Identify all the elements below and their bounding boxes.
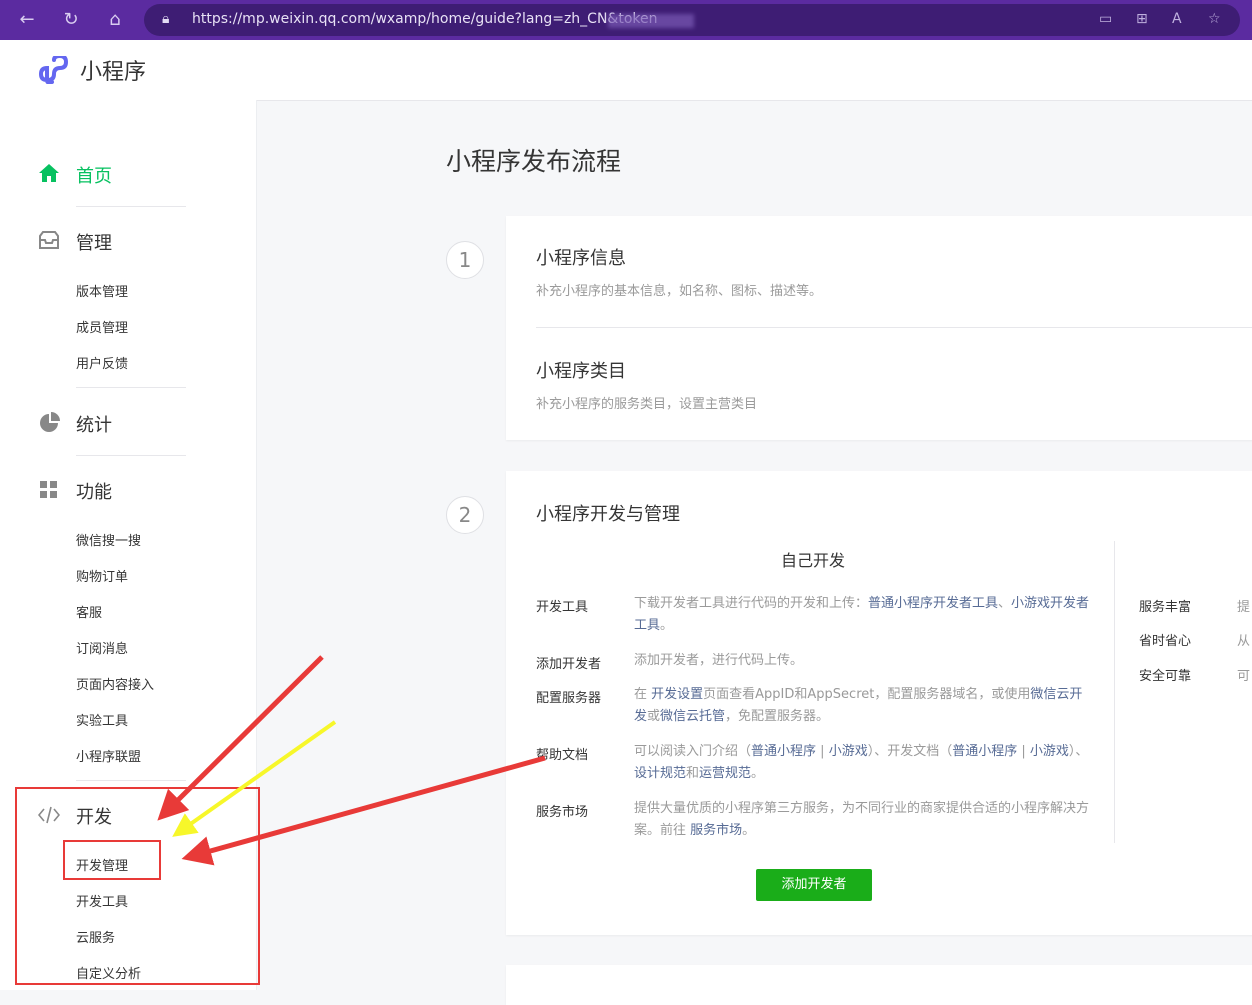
annotation-dev-manage-box (63, 840, 161, 880)
text: | (816, 744, 829, 759)
grid-apps-icon (40, 481, 57, 498)
miniprogram-category-title[interactable]: 小程序类目 (536, 357, 626, 383)
pie-chart-icon (40, 412, 60, 432)
row-text-service-market: 提供大量优质的小程序第三方服务，为不同行业的商家提供合适的小程序解决方案。前往 … (634, 798, 1094, 842)
link-dev-settings[interactable]: 开发设置 (651, 687, 703, 702)
link-service-market[interactable]: 服务市场 (690, 823, 742, 838)
read-aloud-icon[interactable]: A (1172, 11, 1182, 27)
link-miniprogram-devtools[interactable]: 普通小程序开发者工具 (868, 596, 998, 611)
sidebar-item-manage[interactable]: 管理 (76, 229, 112, 255)
text: 或 (647, 709, 661, 724)
text: 。 (751, 766, 765, 781)
text: ）、开发文档（ (867, 744, 953, 759)
sidebar-item-user-feedback[interactable]: 用户反馈 (76, 353, 128, 372)
app-header: 小程序 (0, 40, 1252, 101)
step3-card-partial (506, 965, 1252, 1005)
home-icon[interactable]: ⌂ (104, 9, 126, 31)
back-icon[interactable]: ← (16, 9, 38, 31)
sidebar-item-subscribe-messages[interactable]: 订阅消息 (76, 638, 128, 657)
step1-card: 小程序信息 补充小程序的基本信息，如名称、图标、描述等。 小程序类目 补充小程序… (506, 216, 1252, 440)
sidebar-item-experiment-tools[interactable]: 实验工具 (76, 710, 128, 729)
main-content: 小程序发布流程 1 小程序信息 补充小程序的基本信息，如名称、图标、描述等。 小… (256, 100, 1252, 1005)
card-divider (536, 327, 1252, 328)
right-label-time-saving: 省时省心 (1139, 634, 1192, 649)
add-developer-button[interactable]: 添加开发者 (756, 869, 872, 901)
text: | (1017, 744, 1030, 759)
right-text-time-saving: 从 (1237, 634, 1251, 649)
step2-card: 小程序开发与管理 自己开发 开发工具 下载开发者工具进行代码的开发和上传：普通小… (506, 471, 1252, 935)
annotation-dev-section-box (15, 787, 260, 985)
miniprogram-logo-icon (38, 56, 69, 84)
sidebar-item-shopping-orders[interactable]: 购物订单 (76, 566, 128, 585)
sidebar-item-features[interactable]: 功能 (76, 478, 112, 504)
miniprogram-info-title[interactable]: 小程序信息 (536, 244, 626, 270)
row-text-add-dev: 添加开发者，进行代码上传。 (634, 650, 1094, 672)
redacted-token (608, 14, 694, 28)
right-label-rich-services: 服务丰富 (1139, 600, 1192, 615)
text: ）、 (1068, 744, 1089, 759)
miniprogram-category-desc: 补充小程序的服务类目，设置主营类目 (536, 397, 758, 412)
text: 在 (634, 687, 652, 702)
text: 可以阅读入门介绍（ (634, 744, 752, 759)
address-bar[interactable]: 🔒︎ https://mp.weixin.qq.com/wxamp/home/g… (144, 4, 1240, 36)
sidebar-item-customer-service[interactable]: 客服 (76, 602, 102, 621)
right-label-secure: 安全可靠 (1139, 669, 1192, 684)
row-label-help-docs: 帮助文档 (536, 748, 589, 763)
link-operation-guidelines[interactable]: 运营规范 (699, 766, 751, 781)
browser-toolbar: ← ↻ ⌂ 🔒︎ https://mp.weixin.qq.com/wxamp/… (0, 0, 1252, 40)
page-title: 小程序发布流程 (446, 147, 622, 176)
sidebar-item-wechat-search[interactable]: 微信搜一搜 (76, 530, 141, 549)
url-text[interactable]: https://mp.weixin.qq.com/wxamp/home/guid… (192, 11, 658, 27)
refresh-icon[interactable]: ↻ (60, 9, 82, 31)
link-docs-minigame[interactable]: 小游戏 (1030, 744, 1069, 759)
row-text-dev-tools: 下载开发者工具进行代码的开发和上传：普通小程序开发者工具、小游戏开发者工具。 (634, 593, 1094, 637)
sidebar-item-stats[interactable]: 统计 (76, 411, 112, 437)
sidebar-item-page-content[interactable]: 页面内容接入 (76, 674, 154, 693)
row-text-help-docs: 可以阅读入门介绍（普通小程序 | 小游戏）、开发文档（普通小程序 | 小游戏）、… (634, 741, 1094, 785)
screen-icon[interactable]: ▭ (1099, 11, 1112, 27)
sidebar-divider (76, 387, 186, 388)
step-number-2: 2 (446, 496, 484, 534)
step-number-1: 1 (446, 241, 484, 279)
right-text-rich-services: 提 (1237, 600, 1251, 615)
sidebar-item-miniprogram-union[interactable]: 小程序联盟 (76, 746, 141, 765)
row-label-config-server: 配置服务器 (536, 691, 602, 706)
link-intro-minigame[interactable]: 小游戏 (829, 744, 868, 759)
sidebar-divider (76, 206, 186, 207)
row-label-service-market: 服务市场 (536, 805, 589, 820)
row-text-config-server: 在 开发设置页面查看AppID和AppSecret，配置服务器域名，或使用微信云… (634, 684, 1094, 728)
miniprogram-info-desc: 补充小程序的基本信息，如名称、图标、描述等。 (536, 284, 823, 299)
sidebar-divider (76, 780, 186, 781)
text: ，免配置服务器。 (725, 709, 830, 724)
home-nav-icon (39, 164, 59, 182)
grid-icon[interactable]: ⊞ (1136, 11, 1148, 27)
link-wechat-cloud-hosting[interactable]: 微信云托管 (660, 709, 725, 724)
right-text-secure: 可 (1237, 669, 1251, 684)
sidebar-item-version-manage[interactable]: 版本管理 (76, 281, 128, 300)
link-design-guidelines[interactable]: 设计规范 (634, 766, 686, 781)
inbox-icon (39, 231, 59, 249)
sidebar-divider (76, 455, 186, 456)
text: 、 (998, 596, 1012, 611)
text: 和 (686, 766, 700, 781)
column-divider (1114, 541, 1115, 843)
app-name: 小程序 (80, 60, 147, 85)
favorite-icon[interactable]: ☆ (1208, 11, 1221, 27)
text: 。 (742, 823, 756, 838)
row-label-add-dev: 添加开发者 (536, 657, 602, 672)
sidebar-item-home[interactable]: 首页 (76, 162, 112, 188)
link-intro-miniprogram[interactable]: 普通小程序 (751, 744, 816, 759)
lock-icon[interactable]: 🔒︎ (162, 11, 169, 27)
sidebar-item-member-manage[interactable]: 成员管理 (76, 317, 128, 336)
text: 添加开发者，进行代码上传。 (634, 653, 804, 668)
row-label-dev-tools: 开发工具 (536, 600, 589, 615)
link-docs-miniprogram[interactable]: 普通小程序 (952, 744, 1017, 759)
text: 页面查看AppID和AppSecret，配置服务器域名，或使用 (703, 687, 1031, 702)
dev-manage-title: 小程序开发与管理 (536, 504, 680, 525)
self-dev-heading: 自己开发 (781, 551, 846, 570)
text: 。 (660, 618, 674, 633)
text: 下载开发者工具进行代码的开发和上传： (634, 596, 869, 611)
